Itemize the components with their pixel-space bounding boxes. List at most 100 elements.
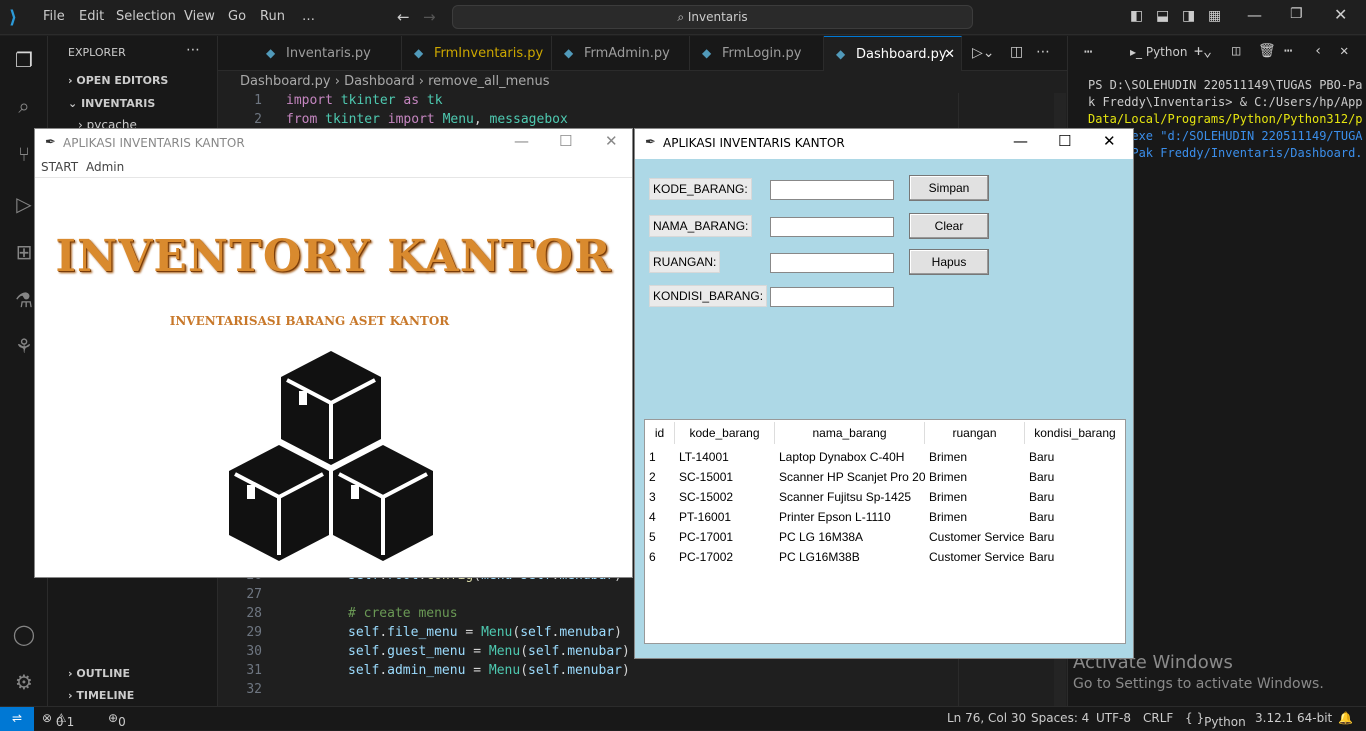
label-kode-barang: KODE_BARANG: [649, 178, 752, 200]
menu-run[interactable]: Run [260, 9, 285, 24]
extensions-icon[interactable]: ⊞ [12, 240, 36, 264]
column-header-ruangan[interactable]: ruangan [925, 422, 1025, 444]
close-icon[interactable]: ✕ [605, 132, 618, 150]
ports-indicator[interactable]: ⊕ 0 [108, 711, 126, 729]
split-terminal-icon[interactable]: ◫ [1232, 43, 1240, 59]
table-row[interactable]: 6 PC-17002 PC LG16M38B Customer Service Baru [645, 547, 1125, 567]
tab-frmlogin[interactable]: ◆ FrmLogin.py [690, 36, 824, 71]
table-cell: Baru [1029, 470, 1055, 484]
testing-icon[interactable]: ⚗ [12, 288, 36, 312]
chevron-right-icon: › [68, 689, 73, 702]
project-section[interactable]: ⌄ INVENTARIS [68, 97, 155, 110]
python-version[interactable]: 3.12.1 64-bit [1255, 711, 1332, 725]
notifications-icon[interactable]: 🔔 [1338, 711, 1353, 725]
remote-indicator[interactable]: ⇌ [0, 707, 34, 731]
line-ending[interactable]: CRLF [1143, 711, 1173, 725]
close-panel-icon[interactable]: ✕ [1340, 43, 1348, 59]
more-actions-icon[interactable]: ⋯ [1084, 44, 1092, 60]
close-icon[interactable]: ✕ [1334, 5, 1347, 24]
cursor-position[interactable]: Ln 76, Col 30 [947, 711, 1026, 725]
problems-indicator[interactable]: ⊗ 0 ⚠ 1 [42, 711, 74, 729]
trash-icon[interactable]: 🗑 [1258, 43, 1276, 59]
column-header-nama-barang[interactable]: nama_barang [775, 422, 925, 444]
close-icon[interactable]: ✕ [1103, 132, 1116, 150]
open-editors-label: OPEN EDITORS [76, 74, 169, 87]
menu-file[interactable]: File [43, 9, 65, 24]
toggle-secondary-icon[interactable]: ◨ [1182, 8, 1195, 24]
tab-dashboard[interactable]: ◆ Dashboard.py ✕ [824, 36, 962, 71]
tab-inventaris[interactable]: ◆ Inventaris.py [254, 36, 402, 71]
tab-label: FrmLogin.py [722, 46, 802, 61]
toggle-panel-icon[interactable]: ⬓ [1156, 8, 1169, 24]
explorer-icon[interactable]: ❐ [12, 48, 36, 72]
timeline-section[interactable]: › TIMELINE [68, 689, 134, 702]
column-header-kode-barang[interactable]: kode_barang [675, 422, 775, 444]
column-header-id[interactable]: id [645, 422, 675, 444]
table-row[interactable]: 5 PC-17001 PC LG 16M38A Customer Service Bar… [645, 527, 1125, 547]
run-icon[interactable]: ▷⌄ [972, 45, 995, 61]
window-titlebar[interactable]: ✒ APLIKASI INVENTARIS KANTOR — ☐ ✕ [35, 129, 632, 158]
add-terminal-icon[interactable]: +⌄ [1194, 42, 1212, 60]
explorer-title: EXPLORER [68, 46, 126, 59]
minimize-icon[interactable]: — [514, 132, 529, 150]
account-icon[interactable]: ◯ [12, 622, 36, 646]
toggle-sidebar-icon[interactable]: ◧ [1130, 8, 1143, 24]
maximize-icon[interactable]: ☐ [559, 132, 572, 150]
menu-admin[interactable]: Admin [86, 160, 124, 174]
menu-go[interactable]: Go [228, 9, 246, 24]
menu-view[interactable]: View [184, 9, 215, 24]
code-line: from tkinter import Menu, messagebox [286, 112, 568, 127]
ruangan-input[interactable] [770, 253, 894, 273]
language-mode[interactable]: { } Python [1185, 711, 1246, 729]
table-row[interactable]: 4 PT-16001 Printer Epson L-1110 Brimen Baru [645, 507, 1125, 527]
menu-selection[interactable]: Selection [116, 9, 176, 24]
more-actions-icon[interactable]: ⋯ [186, 42, 200, 58]
indentation[interactable]: Spaces: 4 [1031, 711, 1089, 725]
tab-frminventaris[interactable]: ◆FrmInventaris.py 1 [402, 36, 552, 96]
maximize-icon[interactable]: ☐ [1058, 132, 1071, 150]
menu-start[interactable]: START [41, 160, 78, 174]
back-arrow-icon[interactable]: ← [397, 8, 410, 26]
minimize-icon[interactable]: — [1247, 6, 1262, 24]
terminal-profile[interactable]: ▸_ Python [1130, 45, 1187, 59]
nama-barang-input[interactable] [770, 217, 894, 237]
chevron-left-icon[interactable]: ‹ [1314, 43, 1322, 59]
split-editor-icon[interactable]: ◫ [1010, 44, 1023, 60]
open-editors-section[interactable]: › OPEN EDITORS [68, 74, 168, 87]
source-control-icon[interactable]: ⑂ [12, 142, 36, 166]
table-row[interactable]: 1 LT-14001 Laptop Dynabox C-40H Brimen Baru [645, 447, 1125, 467]
breadcrumb-file[interactable]: Dashboard.py [240, 74, 331, 89]
search-icon[interactable]: ⌕ [12, 94, 36, 118]
hapus-button[interactable]: Hapus [909, 249, 989, 275]
editor-tabs: ◆ Inventaris.py ◆FrmInventaris.py 1 ◆ FrmA… [218, 36, 1067, 96]
more-actions-icon[interactable]: ⋯ [1284, 43, 1292, 59]
more-actions-icon[interactable]: ⋯ [1036, 44, 1050, 60]
encoding[interactable]: UTF-8 [1096, 711, 1131, 725]
tab-close-icon[interactable]: ✕ [944, 37, 955, 72]
column-header-kondisi-barang[interactable]: kondisi_barang [1025, 422, 1125, 444]
tab-frmadmin[interactable]: ◆ FrmAdmin.py [552, 36, 690, 71]
forward-arrow-icon[interactable]: → [423, 8, 436, 26]
restore-icon[interactable]: ❐ [1290, 6, 1303, 22]
table-row[interactable]: 2 SC-15001 Scanner HP Scanjet Pro 200 Brime… [645, 467, 1125, 487]
inventory-table[interactable]: id kode_barang nama_barang ruangan kondi… [644, 419, 1126, 644]
table-row[interactable]: 3 SC-15002 Scanner Fujitsu Sp-1425 Brimen Ba… [645, 487, 1125, 507]
run-debug-icon[interactable]: ▷ [12, 192, 36, 216]
window-titlebar[interactable]: ✒ APLIKASI INVENTARIS KANTOR — ☐ ✕ [635, 129, 1133, 159]
ports-count: 0 [118, 715, 126, 729]
outline-section[interactable]: › OUTLINE [68, 667, 130, 680]
python-icon[interactable]: ⚘ [12, 334, 36, 358]
table-cell: Baru [1029, 490, 1055, 504]
menu-more[interactable]: … [302, 9, 315, 24]
command-center-search[interactable]: ⌕ Inventaris [452, 5, 973, 29]
settings-gear-icon[interactable]: ⚙ [12, 670, 36, 694]
clear-button[interactable]: Clear [909, 213, 989, 239]
breadcrumb-method[interactable]: remove_all_menus [428, 74, 549, 89]
menu-edit[interactable]: Edit [79, 9, 104, 24]
kode-barang-input[interactable] [770, 180, 894, 200]
minimize-icon[interactable]: — [1013, 132, 1028, 150]
layout-icon[interactable]: ▦ [1208, 8, 1221, 24]
breadcrumb-class[interactable]: Dashboard [344, 74, 415, 89]
simpan-button[interactable]: Simpan [909, 175, 989, 201]
kondisi-barang-input[interactable] [770, 287, 894, 307]
